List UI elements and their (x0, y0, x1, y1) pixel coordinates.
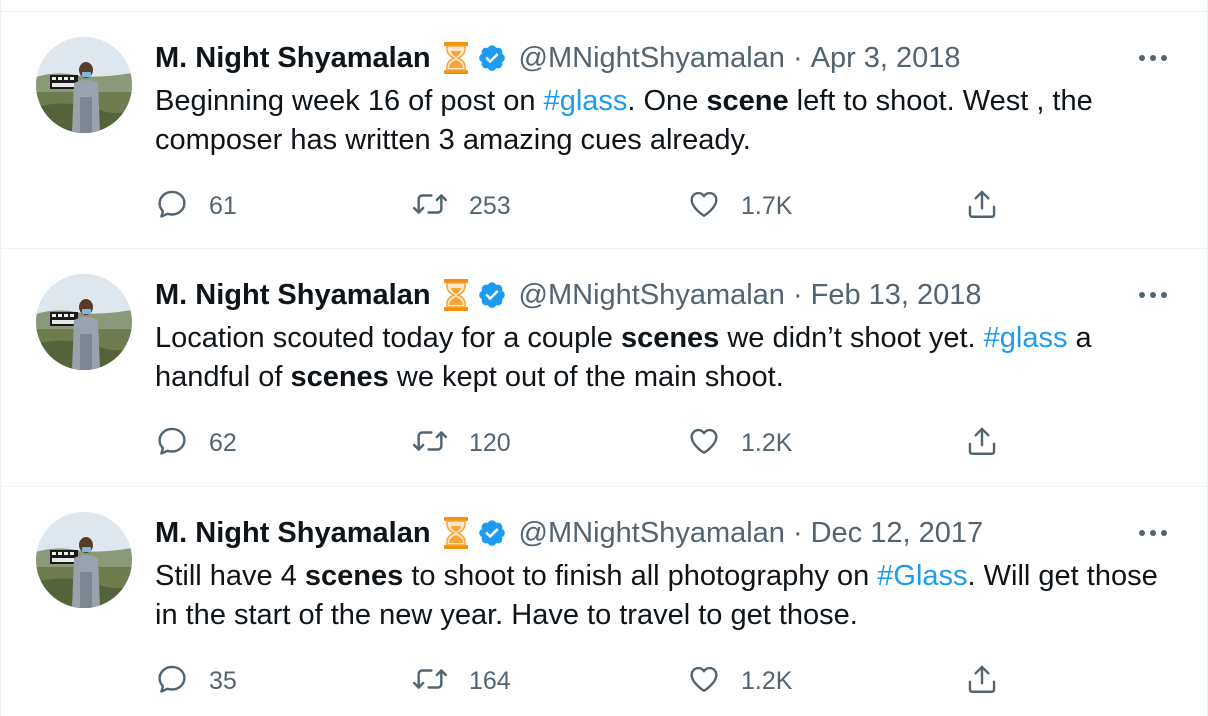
highlighted-term: scenes (304, 560, 404, 592)
tweet-text-segment: Beginning week 16 of post on (155, 85, 544, 117)
author-name[interactable]: M. Night Shyamalan (155, 517, 431, 550)
more-options-icon[interactable] (1135, 521, 1171, 545)
tweet-date[interactable]: Feb 13, 2018 (811, 279, 982, 312)
avatar[interactable] (36, 274, 132, 370)
highlighted-term: scene (706, 85, 789, 117)
reply-icon (155, 424, 189, 463)
tweet-text-segment: Still have 4 (155, 560, 305, 592)
reply-icon (155, 662, 189, 701)
tweet-text-segment: we didn’t shoot yet. (719, 322, 984, 354)
retweet-icon (411, 187, 449, 226)
reply-count: 35 (209, 666, 237, 695)
hourglass-icon (443, 278, 469, 312)
tweet-actions: 62 120 1.2K (155, 423, 1015, 463)
tweet-header: M. Night Shyamalan @MNightShyamalan · Fe… (155, 275, 982, 315)
reply-count: 62 (209, 428, 237, 457)
verified-badge-icon (477, 43, 507, 73)
tweet-text-segment: Location scouted today for a couple (155, 322, 621, 354)
tweet-date[interactable]: Apr 3, 2018 (811, 42, 961, 75)
author-handle[interactable]: @MNightShyamalan (519, 42, 785, 75)
hashtag-link[interactable]: #glass (544, 85, 628, 117)
like-button[interactable]: 1.2K (687, 423, 792, 463)
highlighted-term: scenes (620, 322, 720, 354)
tweet[interactable]: M. Night Shyamalan @MNightShyamalan · De… (1, 487, 1207, 716)
more-options-icon[interactable] (1135, 46, 1171, 70)
separator-dot: · (792, 41, 803, 74)
like-count: 1.2K (741, 666, 793, 695)
reply-count: 61 (209, 191, 237, 220)
tweet-text: Still have 4 scenes to shoot to finish a… (155, 557, 1165, 635)
retweet-icon (411, 424, 449, 463)
tweet-header: M. Night Shyamalan @MNightShyamalan · Ap… (155, 38, 961, 78)
retweet-count: 120 (469, 428, 511, 457)
author-name[interactable]: M. Night Shyamalan (155, 42, 431, 75)
share-button[interactable] (965, 186, 999, 226)
share-icon (965, 424, 999, 463)
retweet-count: 253 (469, 191, 511, 220)
retweet-icon (411, 662, 449, 701)
hourglass-icon (443, 41, 469, 75)
avatar[interactable] (36, 512, 132, 608)
separator-dot: · (792, 516, 803, 549)
retweet-button[interactable]: 120 (411, 423, 511, 463)
like-count: 1.2K (741, 428, 793, 457)
reply-button[interactable]: 62 (155, 423, 237, 463)
reply-button[interactable]: 35 (155, 661, 237, 701)
hashtag-link[interactable]: #Glass (877, 560, 967, 592)
retweet-button[interactable]: 253 (411, 186, 511, 226)
tweet-actions: 35 164 1.2K (155, 661, 1015, 701)
share-button[interactable] (965, 423, 999, 463)
tweet-actions: 61 253 1.7K (155, 186, 1015, 226)
author-handle[interactable]: @MNightShyamalan (519, 279, 785, 312)
reply-icon (155, 187, 189, 226)
more-options-icon[interactable] (1135, 283, 1171, 307)
tweet-header: M. Night Shyamalan @MNightShyamalan · De… (155, 513, 983, 553)
author-name[interactable]: M. Night Shyamalan (155, 279, 431, 312)
retweet-count: 164 (469, 666, 511, 695)
verified-badge-icon (477, 280, 507, 310)
heart-icon (687, 424, 721, 463)
like-count: 1.7K (741, 191, 793, 220)
avatar[interactable] (36, 37, 132, 133)
share-button[interactable] (965, 661, 999, 701)
hourglass-icon (443, 516, 469, 550)
verified-badge-icon (477, 518, 507, 548)
tweet-text-segment: to shoot to finish all photography on (403, 560, 878, 592)
tweet-text-segment: we kept out of the main shoot. (388, 361, 784, 393)
tweet-text-segment: . One (627, 85, 707, 117)
tweet-feed: M. Night Shyamalan @MNightShyamalan · Ap… (0, 0, 1208, 716)
heart-icon (687, 187, 721, 226)
tweet[interactable]: M. Night Shyamalan @MNightShyamalan · Fe… (1, 249, 1207, 487)
reply-button[interactable]: 61 (155, 186, 237, 226)
heart-icon (687, 662, 721, 701)
like-button[interactable]: 1.7K (687, 186, 792, 226)
highlighted-term: scenes (290, 361, 389, 393)
tweet-text: Beginning week 16 of post on #glass. One… (155, 82, 1165, 160)
share-icon (965, 662, 999, 701)
tweet-text: Location scouted today for a couple scen… (155, 319, 1165, 397)
retweet-button[interactable]: 164 (411, 661, 511, 701)
author-handle[interactable]: @MNightShyamalan (519, 517, 785, 550)
separator-dot: · (792, 278, 803, 311)
tweet[interactable]: M. Night Shyamalan @MNightShyamalan · Ap… (1, 11, 1207, 249)
tweet-date[interactable]: Dec 12, 2017 (811, 517, 984, 550)
hashtag-link[interactable]: #glass (984, 322, 1068, 354)
like-button[interactable]: 1.2K (687, 661, 792, 701)
share-icon (965, 187, 999, 226)
